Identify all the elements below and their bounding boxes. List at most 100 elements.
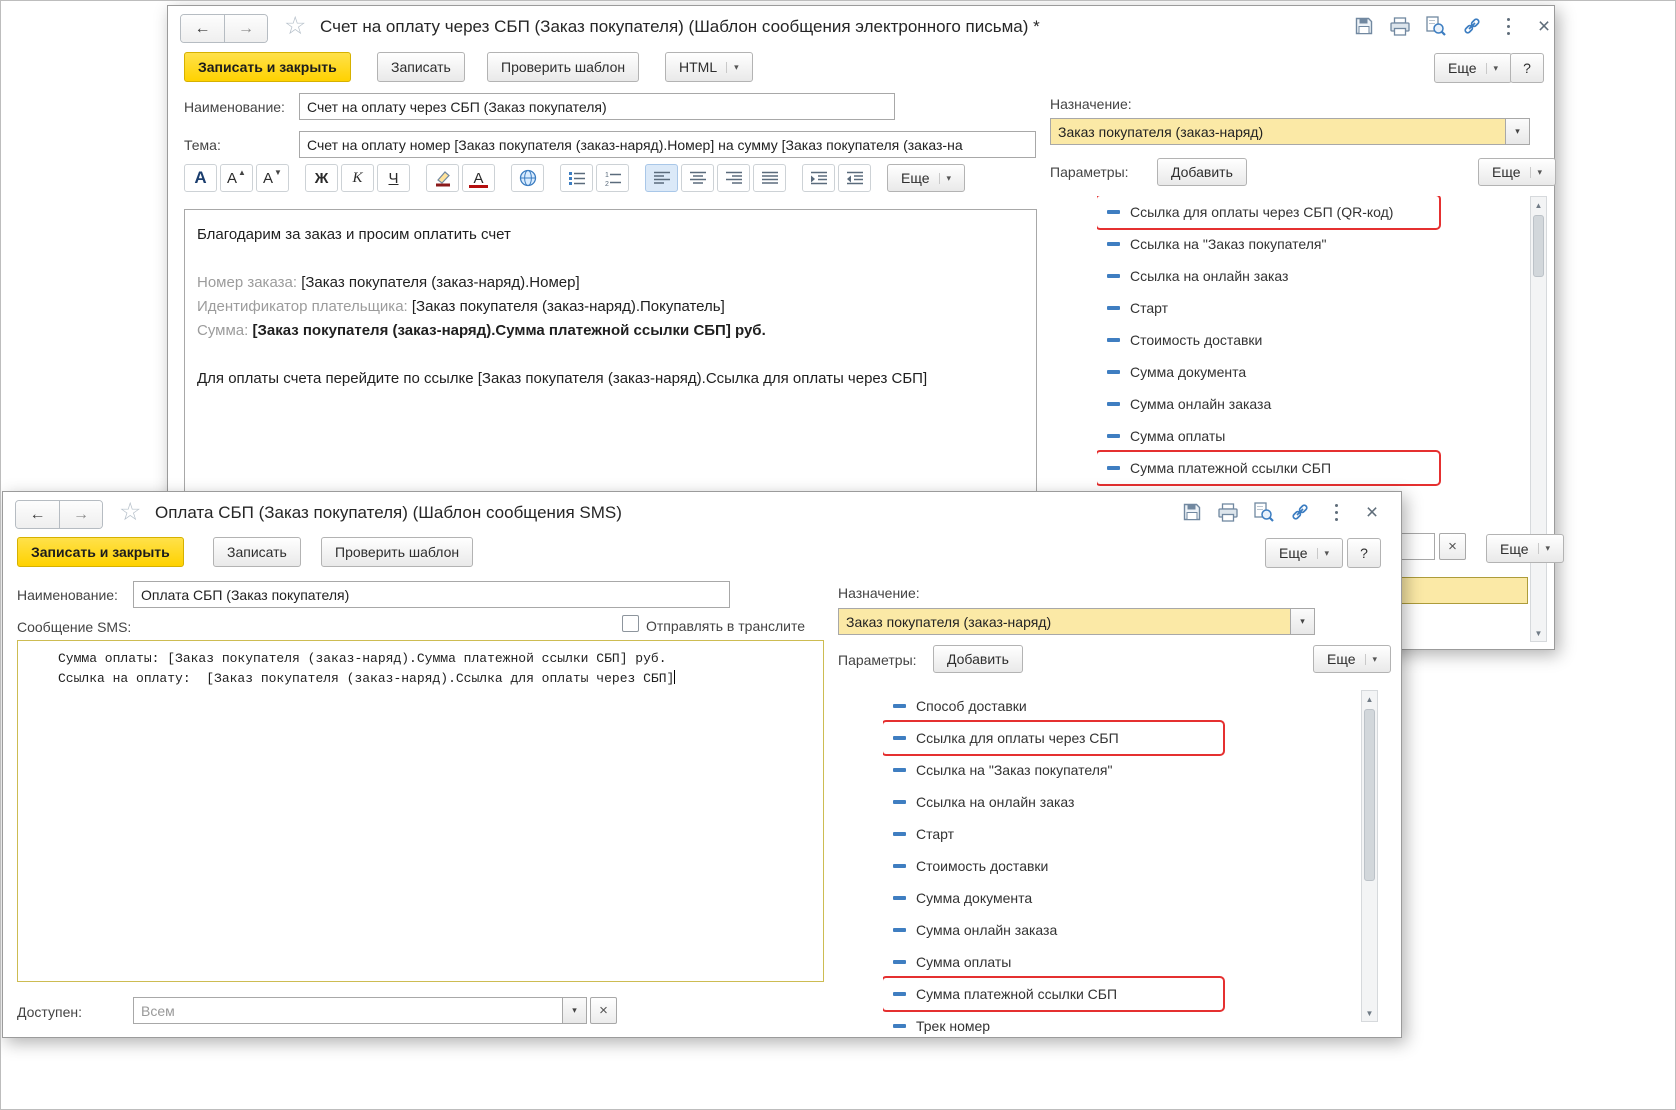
partial-yellow-field[interactable] — [1398, 577, 1528, 604]
parameters-scrollbar[interactable]: ▲ ▼ — [1361, 690, 1378, 1022]
help-button[interactable]: ? — [1347, 538, 1381, 568]
italic-button[interactable]: К — [341, 164, 374, 192]
close-icon[interactable]: × — [1361, 501, 1383, 523]
chevron-down-icon[interactable]: ▾ — [1290, 609, 1314, 634]
find-icon[interactable] — [1253, 501, 1275, 523]
scrollbar-thumb[interactable] — [1364, 709, 1375, 881]
parameter-item[interactable]: Старт — [1097, 292, 1530, 324]
scroll-up-icon[interactable]: ▲ — [1362, 691, 1377, 707]
font-button[interactable]: А — [184, 164, 217, 192]
save-icon[interactable] — [1353, 15, 1375, 37]
insert-image-button[interactable] — [511, 164, 544, 192]
more-button[interactable]: Еще ▾ — [1265, 538, 1344, 568]
link-icon[interactable] — [1289, 501, 1311, 523]
translit-checkbox[interactable] — [622, 615, 639, 632]
parameter-item[interactable]: Способ доставки — [883, 690, 1361, 722]
font-color-button[interactable]: А — [462, 164, 495, 192]
bold-button[interactable]: Ж — [305, 164, 338, 192]
scroll-up-icon[interactable]: ▲ — [1531, 197, 1546, 213]
save-and-close-button[interactable]: Записать и закрыть — [17, 537, 184, 567]
print-icon[interactable] — [1217, 501, 1239, 523]
name-input[interactable]: Счет на оплату через СБП (Заказ покупате… — [299, 93, 895, 120]
save-button[interactable]: Записать — [377, 52, 465, 82]
save-button[interactable]: Записать — [213, 537, 301, 567]
parameter-icon — [1107, 274, 1120, 278]
close-icon[interactable]: × — [1533, 15, 1555, 37]
parameter-item[interactable]: Сумма документа — [883, 882, 1361, 914]
parameter-item[interactable]: Ссылка на "Заказ покупателя" — [1097, 228, 1530, 260]
clear-field-button[interactable]: × — [1439, 533, 1466, 560]
forward-button[interactable]: → — [59, 501, 102, 528]
parameter-item[interactable]: Сумма платежной ссылки СБП — [1097, 452, 1439, 484]
parameter-label: Стоимость доставки — [1130, 332, 1263, 348]
scroll-down-icon[interactable]: ▼ — [1362, 1005, 1377, 1021]
parameters-more-button[interactable]: Еще ▾ — [1478, 158, 1557, 186]
save-and-close-button[interactable]: Записать и закрыть — [184, 52, 351, 82]
parameter-item[interactable]: Стоимость доставки — [1097, 324, 1530, 356]
available-select[interactable]: Всем ▾ — [133, 997, 587, 1024]
check-template-button[interactable]: Проверить шаблон — [321, 537, 474, 567]
parameter-item[interactable]: Ссылка для оплаты через СБП — [883, 722, 1223, 754]
numbered-list-button[interactable]: 12 — [596, 164, 629, 192]
chevron-down-icon[interactable]: ▾ — [562, 998, 586, 1023]
align-left-button[interactable] — [645, 164, 678, 192]
bottom-more-button[interactable]: Еще ▾ — [1486, 534, 1565, 563]
font-size-down-button[interactable]: А ▼ — [256, 164, 289, 192]
check-template-button[interactable]: Проверить шаблон — [487, 52, 640, 82]
parameter-item[interactable]: Сумма онлайн заказа — [1097, 388, 1530, 420]
font-size-up-button[interactable]: А ▲ — [220, 164, 253, 192]
indent-decrease-button[interactable] — [838, 164, 871, 192]
sms-body-editor[interactable]: Сумма оплаты: [Заказ покупателя (заказ-н… — [17, 640, 824, 982]
parameter-item[interactable]: Сумма оплаты — [883, 946, 1361, 978]
assignment-select[interactable]: Заказ покупателя (заказ-наряд) ▾ — [838, 608, 1315, 635]
parameter-item[interactable]: Старт — [883, 818, 1361, 850]
help-button[interactable]: ? — [1510, 53, 1544, 83]
print-icon[interactable] — [1389, 15, 1411, 37]
underline-button[interactable]: Ч — [377, 164, 410, 192]
sms-template-window: ← → ☆ Оплата СБП (Заказ покупателя) (Шаб… — [2, 491, 1402, 1038]
chevron-down-icon[interactable]: ▾ — [1505, 119, 1529, 144]
bulleted-list-button[interactable] — [560, 164, 593, 192]
favorite-star-icon[interactable]: ☆ — [119, 500, 141, 525]
align-center-button[interactable] — [681, 164, 714, 192]
indent-increase-button[interactable] — [802, 164, 835, 192]
parameter-item[interactable]: Сумма онлайн заказа — [883, 914, 1361, 946]
more-menu-icon[interactable] — [1497, 15, 1519, 37]
scrollbar-thumb[interactable] — [1533, 215, 1544, 277]
link-icon[interactable] — [1461, 15, 1483, 37]
add-parameter-button[interactable]: Добавить — [1157, 158, 1247, 186]
parameter-item[interactable]: Ссылка для оплаты через СБП (QR-код) — [1097, 196, 1439, 228]
back-button[interactable]: ← — [16, 501, 59, 528]
subject-input[interactable]: Счет на оплату номер [Заказ покупателя (… — [299, 131, 1036, 158]
parameter-item[interactable]: Сумма документа — [1097, 356, 1530, 388]
back-button[interactable]: ← — [181, 15, 224, 42]
forward-button[interactable]: → — [224, 15, 267, 42]
add-parameter-button[interactable]: Добавить — [933, 645, 1023, 673]
format-more-button[interactable]: Еще ▾ — [887, 164, 966, 192]
find-icon[interactable] — [1425, 15, 1447, 37]
align-right-button[interactable] — [717, 164, 750, 192]
assignment-select[interactable]: Заказ покупателя (заказ-наряд) ▾ — [1050, 118, 1530, 145]
more-button[interactable]: Еще ▾ — [1434, 53, 1513, 83]
favorite-star-icon[interactable]: ☆ — [284, 14, 306, 39]
highlight-color-button[interactable] — [426, 164, 459, 192]
parameter-item[interactable]: Сумма платежной ссылки СБП — [883, 978, 1223, 1010]
clear-available-button[interactable]: × — [590, 997, 617, 1024]
parameter-item[interactable]: Сумма оплаты — [1097, 420, 1530, 452]
parameter-item[interactable]: Ссылка на онлайн заказ — [1097, 260, 1530, 292]
name-input[interactable]: Оплата СБП (Заказ покупателя) — [133, 581, 730, 608]
parameters-list[interactable]: Способ доставки Ссылка для оплаты через … — [883, 690, 1361, 1037]
scroll-down-icon[interactable]: ▼ — [1531, 625, 1546, 641]
parameter-item[interactable]: Ссылка на "Заказ покупателя" — [883, 754, 1361, 786]
more-menu-icon[interactable] — [1325, 501, 1347, 523]
parameter-item[interactable]: Стоимость доставки — [883, 850, 1361, 882]
parameter-item[interactable]: Трек номер — [883, 1010, 1361, 1037]
parameter-item[interactable]: Ссылка на онлайн заказ — [883, 786, 1361, 818]
save-icon[interactable] — [1181, 501, 1203, 523]
translit-label[interactable]: Отправлять в транслите — [646, 618, 805, 634]
parameter-label: Сумма платежной ссылки СБП — [1130, 460, 1332, 476]
parameters-more-button[interactable]: Еще ▾ — [1313, 645, 1392, 673]
align-justify-button[interactable] — [753, 164, 786, 192]
html-mode-button[interactable]: HTML ▾ — [665, 52, 753, 82]
parameters-scrollbar[interactable]: ▲ ▼ — [1530, 196, 1547, 642]
